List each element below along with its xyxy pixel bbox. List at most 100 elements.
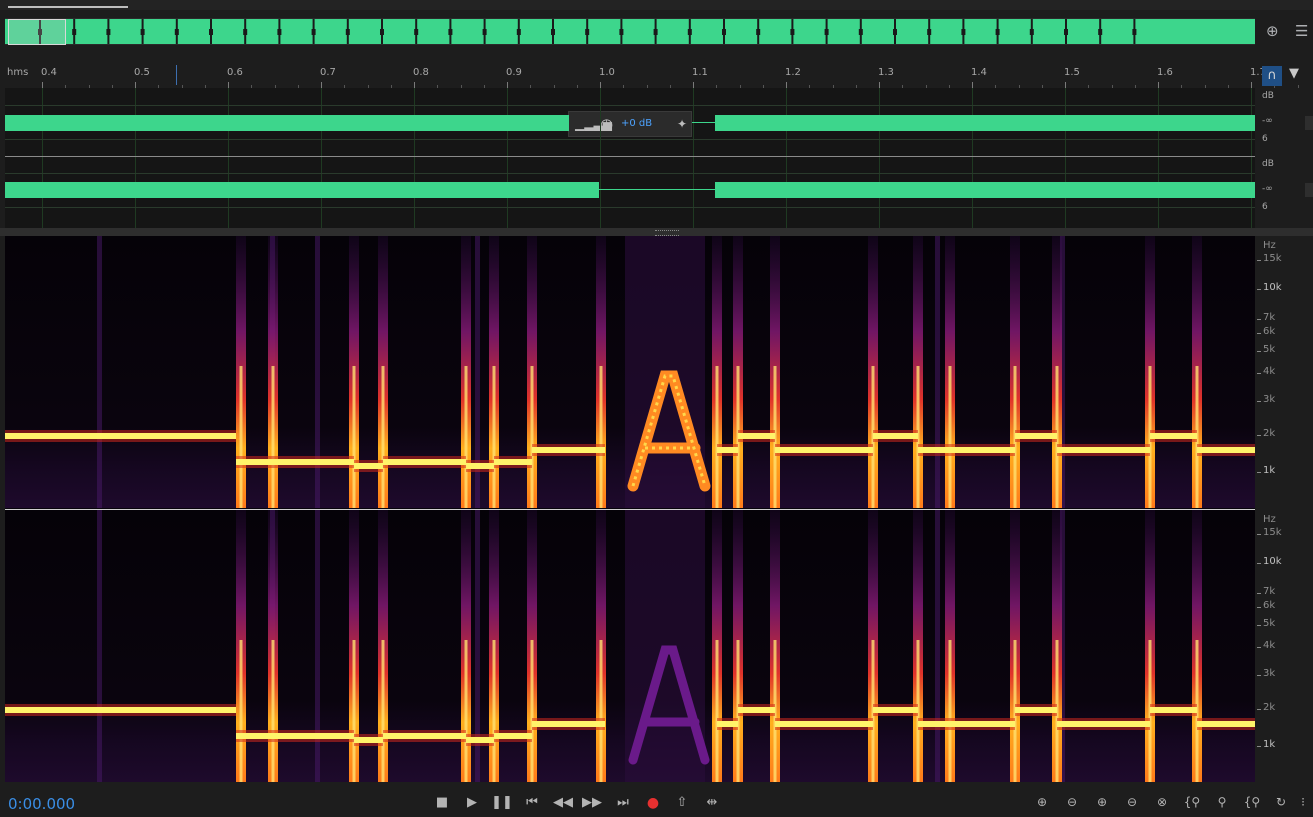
ruler-tick-label: 1.2 [785,67,801,78]
overview-notch [209,29,213,35]
spectral-tone [236,459,354,465]
zoom-out-full-icon[interactable]: ⊗ [1150,795,1174,809]
overview-notch [995,29,1000,35]
hz-tick [1257,593,1261,594]
spectral-transient-core [599,640,603,782]
overview-notch [140,29,145,35]
overview-notch [345,29,350,35]
zoom-in-point-icon[interactable]: {⚲ [1180,795,1204,809]
overview-notch [414,29,419,35]
hz-tick-label: 2k [1263,428,1276,439]
hz-tick-label: 10k [1263,282,1282,293]
active-tab-indicator [8,6,128,8]
time-display[interactable]: 0:00.000 [8,795,75,813]
playhead-marker[interactable] [176,65,177,85]
play-button[interactable]: ▶ [461,795,483,810]
spectral-faint-band [97,236,102,508]
hz-unit-label: Hz [1263,514,1276,525]
overview-notch [893,29,897,35]
overview-notch [311,29,316,35]
hz-tick [1257,319,1261,320]
gain-hud[interactable]: ▁▂▃▅ ◷ +0 dB ✦ [568,111,692,137]
stop-button[interactable]: ■ [431,795,453,810]
spectral-tone [383,459,466,465]
spectral-tone [383,733,466,739]
rewind-button[interactable]: ◀◀ [552,795,574,810]
spectral-tone [1057,721,1150,727]
spectral-channel-2[interactable] [5,510,1255,782]
overview-navigator[interactable] [5,18,1255,45]
spectral-tone [532,721,605,727]
more-zoom-icon[interactable]: ⁝ [1294,795,1312,809]
spectral-channel-1[interactable] [5,236,1255,508]
hz-tick [1257,373,1261,374]
spectral-tone [918,447,1015,453]
spectral-tone [1197,721,1255,727]
spectral-transient-core [381,366,385,508]
zoom-out-time-icon[interactable]: ⊖ [1120,795,1144,809]
ruler-tick-label: 0.5 [134,67,150,78]
pin-hud-icon[interactable]: ✦ [677,117,687,131]
overview-notch [551,29,555,35]
spectral-transient-core [464,366,468,508]
pause-button[interactable]: ❚❚ [491,795,513,810]
skip-selection-button[interactable]: ⇹ [701,795,723,810]
loop-playback-button[interactable]: ⇧ [671,795,693,810]
gain-knob-icon[interactable]: ◷ [600,115,613,133]
move-to-previous-button[interactable]: ⏮ [521,795,543,810]
hz-tick-label: 7k [1263,312,1276,323]
spectral-tone [717,721,738,727]
snap-magnet-icon[interactable]: ∩ [1262,66,1282,86]
spectrogram-canvas [5,236,1255,508]
hz-tick [1257,675,1261,676]
waveform-hline [5,173,1255,174]
ruler-tick-label: 1.6 [1157,67,1173,78]
marker-pin-icon[interactable]: ▼ [1289,66,1299,81]
hz-tick [1257,333,1261,334]
overview-zoom-handle[interactable] [8,19,66,45]
spectral-tone [1015,707,1057,713]
spectral-transient-core [239,640,243,782]
spectral-tone [918,721,1015,727]
spectral-tone [873,433,918,439]
hz-tick [1257,647,1261,648]
ruler-tick-label: 0.8 [413,67,429,78]
overview-notch [174,29,179,35]
spectral-tone [494,733,532,739]
zoom-out-amplitude-icon[interactable]: ⊖ [1060,795,1084,809]
waveform-ch1-segment-2 [715,115,1255,131]
spectral-tone [775,447,873,453]
ruler-tick-label: 0.9 [506,67,522,78]
record-button[interactable]: ● [642,795,664,811]
hz-tick-label: 6k [1263,326,1276,337]
hz-tick-label: 4k [1263,366,1276,377]
gain-value[interactable]: +0 dB [621,118,652,129]
spectral-tone [717,447,738,453]
spectral-tone [738,707,775,713]
overview-notch [243,29,248,35]
hz-tick-label: 7k [1263,586,1276,597]
db-six-ch2: 6 [1262,202,1268,212]
hz-tick [1257,607,1261,608]
ruler-tick-label: 1.4 [971,67,987,78]
hz-tick [1257,709,1261,710]
zoom-reset-icon[interactable]: ↻ [1269,795,1293,809]
spectral-tone [1015,433,1057,439]
hz-tick [1257,563,1261,564]
panel-menu-icon[interactable]: ☰ [1295,22,1308,40]
move-to-next-button[interactable]: ⏭ [612,795,634,810]
ruler-tick-label: 0.7 [320,67,336,78]
zoom-in-time-icon[interactable]: ⊕ [1090,795,1114,809]
waveform-ch2-silence [599,189,715,190]
hz-tick-label: 1k [1263,465,1276,476]
waveform-ch1-segment-1 [5,115,569,131]
zoom-out-point-icon[interactable]: ⚲ [1210,795,1234,809]
overview-notch [756,29,761,35]
fast-forward-button[interactable]: ▶▶ [581,795,603,810]
hz-tick-label: 2k [1263,702,1276,713]
time-ruler[interactable]: hms 0.4 0.5 0.6 0.7 0.8 0.9 1.0 1.1 1.2 1.3 1.4 1.5… [5,62,1299,88]
zoom-selection-icon[interactable]: {⚲ [1240,795,1264,809]
spectral-transient-core [239,366,243,508]
zoom-navigator-icon[interactable]: ⊕ [1266,22,1279,40]
zoom-in-amplitude-icon[interactable]: ⊕ [1030,795,1054,809]
